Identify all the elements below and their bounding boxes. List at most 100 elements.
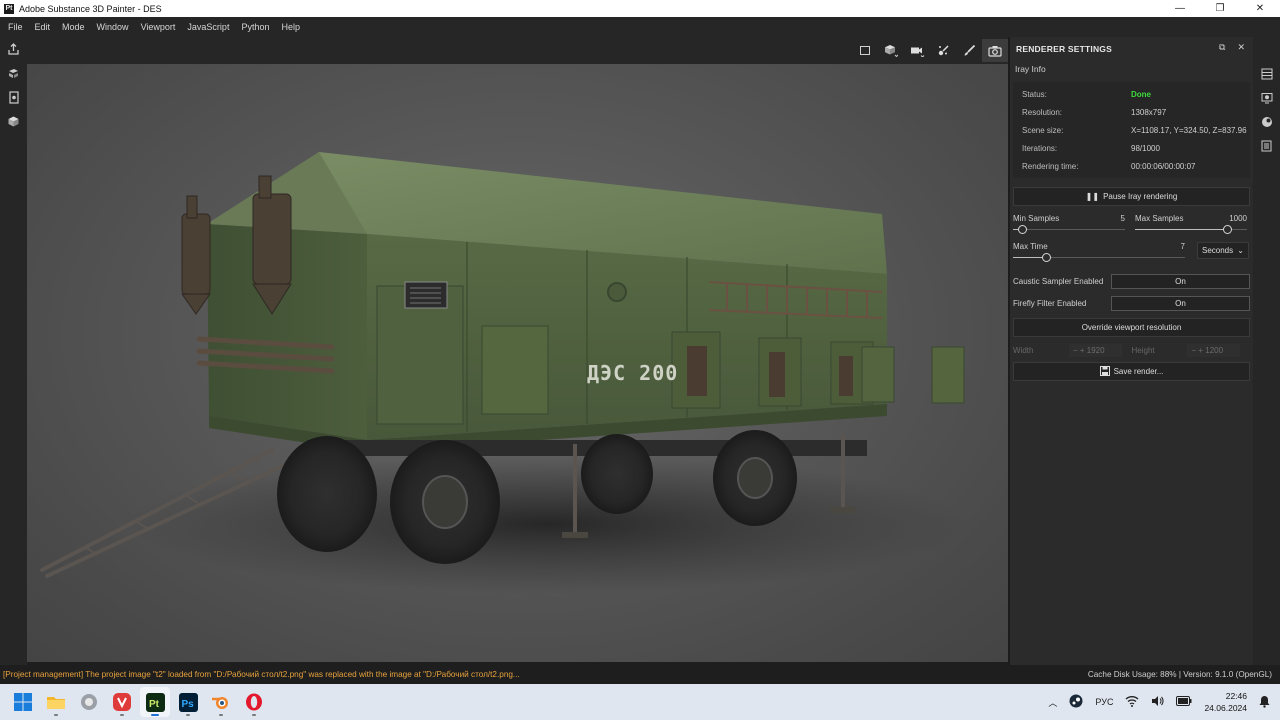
menu-file[interactable]: File	[2, 22, 29, 32]
paint-brush-icon[interactable]	[956, 39, 982, 62]
info-key: Status:	[1022, 89, 1047, 99]
vehicle-marking: ДЭС 200	[587, 361, 678, 385]
status-bar: [Project management] The project image "…	[0, 665, 1280, 684]
max-samples-knob[interactable]	[1223, 225, 1232, 234]
iray-info-label: Iray Info	[1015, 64, 1046, 74]
trailer-render: ДЭС 200	[40, 152, 967, 594]
max-time-fill	[1013, 257, 1042, 258]
renderer-settings-panel: RENDERER SETTINGS ⧉ ✕ Iray Info Status: …	[1010, 37, 1253, 665]
min-samples-slider[interactable]: Min Samples 5	[1013, 212, 1125, 234]
info-row-status: Status: Done	[1013, 85, 1250, 103]
pause-iray-label: Pause Iray rendering	[1103, 192, 1178, 201]
menu-mode[interactable]: Mode	[56, 22, 91, 32]
caustic-sampler-label: Caustic Sampler Enabled	[1013, 276, 1104, 286]
3d-viewport[interactable]: ДЭС 200	[27, 64, 1008, 662]
maximize-button[interactable]: ❐	[1200, 0, 1240, 17]
minimize-button[interactable]: —	[1160, 0, 1200, 17]
substance-painter-taskbar-icon[interactable]: Pt	[140, 687, 170, 717]
info-key: Rendering time:	[1022, 161, 1079, 171]
status-message: [Project management] The project image "…	[3, 670, 520, 679]
blender-icon[interactable]	[206, 687, 236, 717]
width-value: 1920	[1086, 345, 1105, 355]
close-panel-icon[interactable]: ✕	[1237, 42, 1245, 53]
shader-settings-icon[interactable]	[1253, 110, 1280, 134]
max-time-value: 7	[1180, 241, 1185, 251]
max-samples-value: 1000	[1229, 213, 1247, 223]
bake-textures-icon[interactable]	[0, 61, 27, 85]
opera-browser-icon[interactable]	[239, 687, 269, 717]
menu-edit[interactable]: Edit	[29, 22, 57, 32]
vivaldi-browser-icon[interactable]	[107, 687, 137, 717]
info-value: X=1108.17, Y=324.50, Z=837.96	[1131, 125, 1247, 135]
caustic-sampler-toggle[interactable]: On	[1111, 273, 1250, 289]
firefly-filter-label: Firefly Filter Enabled	[1013, 298, 1087, 308]
cube-icon[interactable]	[0, 109, 27, 133]
right-toolbar	[1253, 37, 1280, 665]
wifi-icon[interactable]	[1125, 695, 1139, 709]
svg-text:Pt: Pt	[149, 699, 160, 710]
firefly-filter-toggle[interactable]: On	[1111, 295, 1250, 311]
iray-info-box: Status: Done Resolution: 1308x797 Scene …	[1013, 82, 1250, 178]
photoshop-icon[interactable]: Ps	[173, 687, 203, 717]
document-icon[interactable]	[0, 85, 27, 109]
info-value: 1308x797	[1131, 107, 1167, 117]
max-time-label: Max Time	[1013, 241, 1048, 251]
steam-tray-icon[interactable]	[1069, 694, 1083, 710]
height-input[interactable]: − + 1200	[1187, 343, 1240, 357]
max-samples-slider[interactable]: Max Samples 1000	[1135, 212, 1247, 234]
max-time-slider[interactable]: Max Time 7	[1013, 240, 1185, 262]
taskbar-clock[interactable]: 22:46 24.06.2024	[1204, 690, 1247, 714]
override-viewport-label: Override viewport resolution	[1081, 323, 1182, 332]
menu-viewport[interactable]: Viewport	[135, 22, 182, 32]
left-toolbar	[0, 37, 27, 665]
windows-start-icon[interactable]	[8, 687, 38, 717]
status-value: Done	[1131, 89, 1151, 99]
menu-python[interactable]: Python	[235, 22, 275, 32]
cache-usage: Cache Disk Usage: 88% | Version: 9.1.0 (…	[1087, 670, 1272, 679]
clock-date: 24.06.2024	[1204, 703, 1247, 713]
chevron-up-icon[interactable]: ︿	[1048, 696, 1057, 709]
notification-bell-icon[interactable]	[1259, 695, 1270, 710]
min-samples-knob[interactable]	[1018, 225, 1027, 234]
height-value: 1200	[1205, 345, 1224, 355]
render-camera-icon[interactable]	[982, 39, 1008, 62]
file-explorer-icon[interactable]	[41, 687, 71, 717]
menu-javascript[interactable]: JavaScript	[181, 22, 235, 32]
save-render-label: Save render...	[1113, 367, 1164, 376]
display-mode-cube-icon[interactable]	[878, 39, 904, 62]
caustic-sampler-row: Caustic Sampler Enabled On	[1010, 272, 1253, 290]
camera-video-icon[interactable]	[904, 39, 930, 62]
export-icon[interactable]	[0, 37, 27, 61]
save-disk-icon	[1099, 365, 1110, 378]
menu-help[interactable]: Help	[275, 22, 306, 32]
layers-stack-icon[interactable]	[1253, 62, 1280, 86]
menu-window[interactable]: Window	[91, 22, 135, 32]
resolution-row: Width − + 1920 Height − + 1200	[1010, 342, 1253, 358]
paint-splat-icon[interactable]	[930, 39, 956, 62]
override-viewport-resolution-button[interactable]: Override viewport resolution	[1013, 318, 1250, 337]
pause-iray-button[interactable]: ❚❚ Pause Iray rendering	[1013, 187, 1250, 206]
save-render-button[interactable]: Save render...	[1013, 362, 1250, 381]
info-key: Scene size:	[1022, 125, 1064, 135]
steam-like-app-icon[interactable]	[74, 687, 104, 717]
info-row-scene-size: Scene size: X=1108.17, Y=324.50, Z=837.9…	[1013, 121, 1250, 139]
window-titlebar: Pt Adobe Substance 3D Painter - DES — ❐ …	[0, 0, 1280, 17]
min-samples-value: 5	[1120, 213, 1125, 223]
system-tray: ︿ РУС 22:46 24.06.2024	[1048, 684, 1280, 720]
close-window-button[interactable]: ✕	[1240, 0, 1280, 17]
keyboard-language[interactable]: РУС	[1095, 697, 1113, 707]
width-input[interactable]: − + 1920	[1068, 343, 1122, 357]
display-settings-icon[interactable]	[1253, 86, 1280, 110]
volume-icon[interactable]	[1151, 695, 1164, 709]
undock-panel-icon[interactable]: ⧉	[1219, 42, 1225, 53]
width-label: Width	[1013, 345, 1034, 355]
max-time-knob[interactable]	[1042, 253, 1051, 262]
chevron-down-icon: ⌄	[1237, 246, 1244, 255]
info-value: 98/1000	[1131, 143, 1160, 153]
info-key: Iterations:	[1022, 143, 1058, 153]
selection-mode-icon[interactable]	[852, 39, 878, 62]
properties-icon[interactable]	[1253, 134, 1280, 158]
battery-icon[interactable]	[1176, 696, 1192, 708]
time-unit-select[interactable]: Seconds ⌄	[1197, 242, 1249, 259]
panel-title: RENDERER SETTINGS	[1016, 43, 1112, 54]
